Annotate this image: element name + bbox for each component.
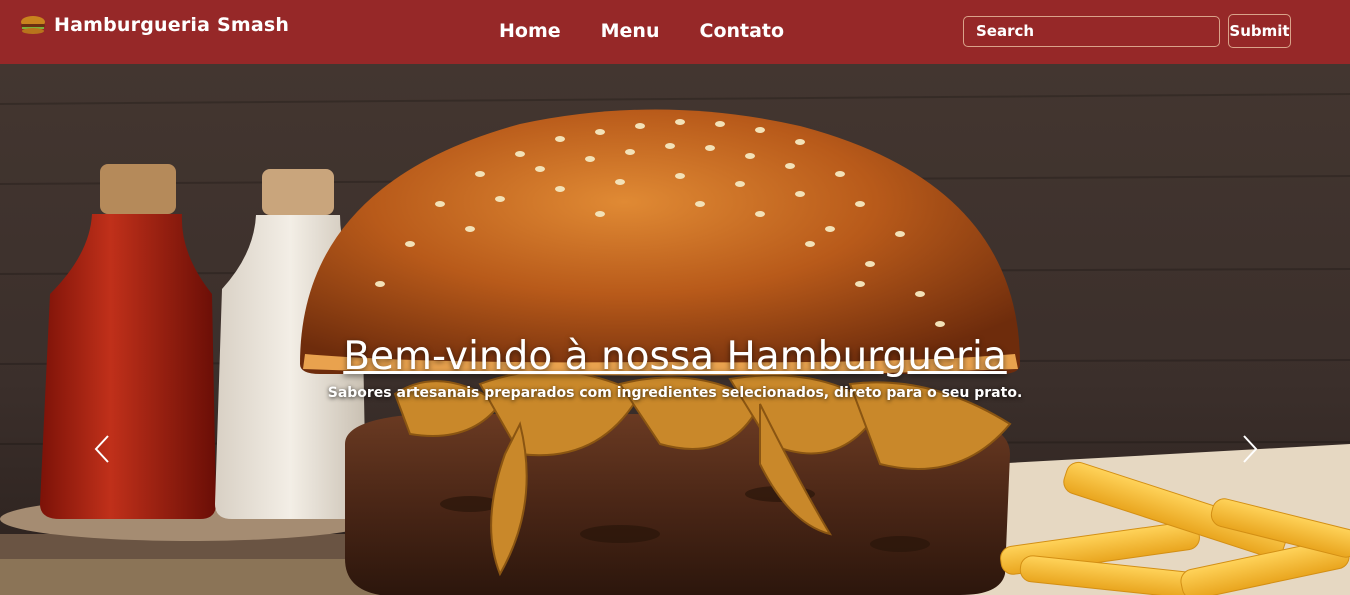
nav-link-home[interactable]: Home <box>499 20 561 42</box>
brand-name: Hamburgueria Smash <box>54 14 290 36</box>
chevron-right-icon <box>1243 435 1258 463</box>
nav-link-menu[interactable]: Menu <box>601 20 660 42</box>
navbar: Hamburgueria Smash Home Menu Contato Sub… <box>0 0 1350 64</box>
burger-icon <box>21 16 45 34</box>
hero-subtitle: Sabores artesanais preparados com ingred… <box>327 385 1023 401</box>
hero-carousel: Bem-vindo à nossa Hamburgueria Sabores a… <box>0 64 1350 595</box>
search-form: Submit <box>963 14 1291 48</box>
chevron-left-icon <box>94 435 109 463</box>
carousel-prev-button[interactable] <box>82 429 122 469</box>
hero-caption: Bem-vindo à nossa Hamburgueria Sabores a… <box>0 334 1350 401</box>
submit-button[interactable]: Submit <box>1228 14 1291 48</box>
brand-link[interactable]: Hamburgueria Smash <box>18 14 289 36</box>
nav-links: Home Menu Contato <box>499 20 784 42</box>
search-input[interactable] <box>963 15 1220 47</box>
hero-title[interactable]: Bem-vindo à nossa Hamburgueria <box>343 334 1007 379</box>
carousel-next-button[interactable] <box>1230 429 1270 469</box>
hero-image <box>0 64 1350 595</box>
nav-link-contato[interactable]: Contato <box>700 20 785 42</box>
